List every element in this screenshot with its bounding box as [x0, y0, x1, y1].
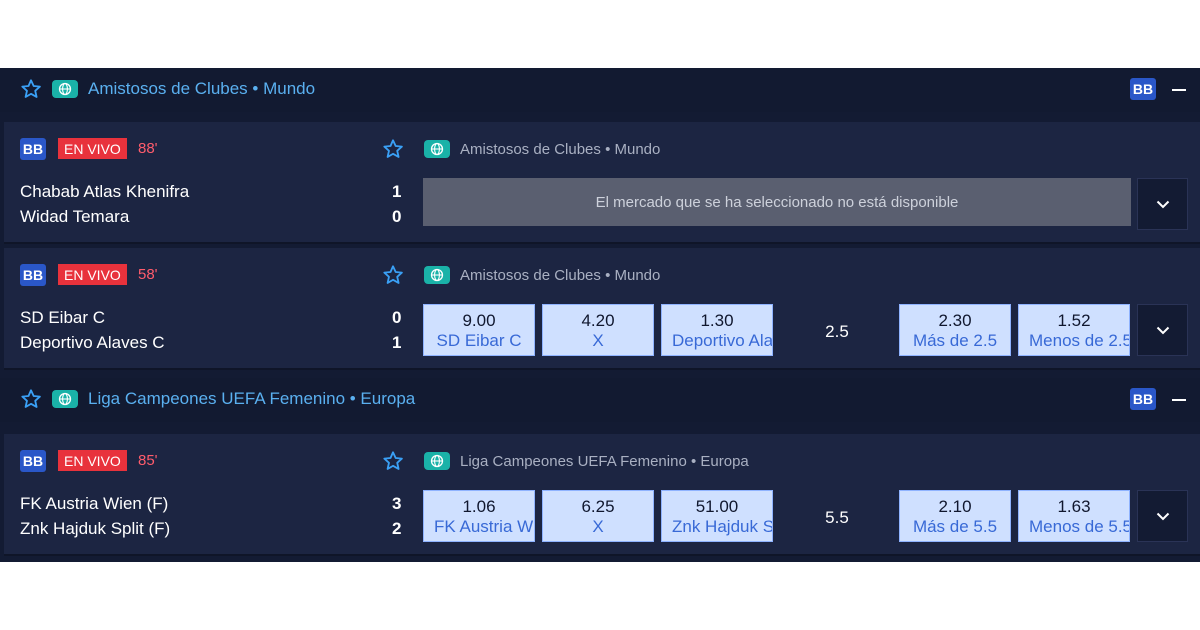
chevron-down-icon [1156, 512, 1169, 520]
globe-icon [424, 266, 450, 284]
match-league: Amistosos de Clubes • Mundo [460, 267, 661, 284]
star-outline-icon[interactable] [382, 264, 404, 286]
home-score: 3 [392, 494, 402, 513]
globe-icon [52, 390, 78, 408]
odds-button-home[interactable]: 1.06FK Austria Wien (F) [423, 490, 535, 542]
odds-button-home[interactable]: 9.00 SD Eibar C [423, 304, 535, 356]
away-team[interactable]: Znk Hajduk Split (F) [20, 519, 170, 539]
odds-button-draw[interactable]: 6.25 X [542, 490, 654, 542]
match-row[interactable]: BB EN VIVO 88' Amistosos de Clubes • Mun… [4, 122, 1200, 244]
away-score: 2 [392, 519, 402, 538]
totals-line: 2.5 [825, 322, 849, 341]
away-team[interactable]: Deportivo Alaves C [20, 333, 165, 353]
home-score: 0 [392, 308, 402, 327]
globe-icon [424, 140, 450, 158]
away-team[interactable]: Widad Temara [20, 207, 129, 227]
live-badge: EN VIVO [58, 138, 127, 159]
home-team[interactable]: Chabab Atlas Khenifra [20, 182, 189, 202]
odds-button-away[interactable]: 1.30Deportivo Alaves C [661, 304, 773, 356]
bet-builder-badge: BB [20, 138, 46, 160]
league-title[interactable]: Liga Campeones UEFA Femenino • Europa [88, 389, 415, 409]
live-badge: EN VIVO [58, 264, 127, 285]
globe-icon [424, 452, 450, 470]
market-unavailable-notice: El mercado que se ha seleccionado no est… [423, 178, 1131, 226]
away-score: 0 [392, 207, 402, 226]
minus-icon[interactable] [1172, 89, 1186, 91]
bet-builder-badge: BB [20, 264, 46, 286]
bet-builder-badge[interactable]: BB [1130, 78, 1156, 100]
chevron-down-icon [1156, 326, 1169, 334]
match-minute: 58' [138, 266, 158, 283]
league-header[interactable]: Amistosos de Clubes • Mundo BB [0, 68, 1200, 112]
match-minute: 85' [138, 452, 158, 469]
odds-button-over[interactable]: 2.30 Más de 2.5 [899, 304, 1011, 356]
odds-button-under[interactable]: 1.63 Menos de 5.5 [1018, 490, 1130, 542]
match-minute: 88' [138, 140, 158, 157]
chevron-down-icon [1156, 200, 1169, 208]
minus-icon[interactable] [1172, 399, 1186, 401]
away-score: 1 [392, 333, 402, 352]
expand-button[interactable] [1137, 178, 1188, 230]
totals-line: 5.5 [825, 508, 849, 527]
match-row[interactable]: BB EN VIVO 85' Liga Campeones UEFA Femen… [4, 434, 1200, 556]
league-header[interactable]: Liga Campeones UEFA Femenino • Europa BB [0, 378, 1200, 422]
home-team[interactable]: SD Eibar C [20, 308, 105, 328]
match-league: Amistosos de Clubes • Mundo [460, 141, 661, 158]
match-league: Liga Campeones UEFA Femenino • Europa [460, 453, 749, 470]
bet-builder-badge: BB [20, 450, 46, 472]
live-betting-list: Amistosos de Clubes • Mundo BB BB EN VIV… [0, 68, 1200, 562]
star-outline-icon[interactable] [382, 138, 404, 160]
bet-builder-badge[interactable]: BB [1130, 388, 1156, 410]
home-score: 1 [392, 182, 402, 201]
star-outline-icon[interactable] [20, 388, 42, 410]
match-row[interactable]: BB EN VIVO 58' Amistosos de Clubes • Mun… [4, 248, 1200, 370]
expand-button[interactable] [1137, 490, 1188, 542]
star-outline-icon[interactable] [382, 450, 404, 472]
odds-button-over[interactable]: 2.10 Más de 5.5 [899, 490, 1011, 542]
odds-button-draw[interactable]: 4.20 X [542, 304, 654, 356]
home-team[interactable]: FK Austria Wien (F) [20, 494, 168, 514]
odds-button-under[interactable]: 1.52 Menos de 2.5 [1018, 304, 1130, 356]
star-outline-icon[interactable] [20, 78, 42, 100]
live-badge: EN VIVO [58, 450, 127, 471]
expand-button[interactable] [1137, 304, 1188, 356]
globe-icon [52, 80, 78, 98]
odds-button-away[interactable]: 51.00Znk Hajduk Split (F) [661, 490, 773, 542]
league-title[interactable]: Amistosos de Clubes • Mundo [88, 79, 315, 99]
